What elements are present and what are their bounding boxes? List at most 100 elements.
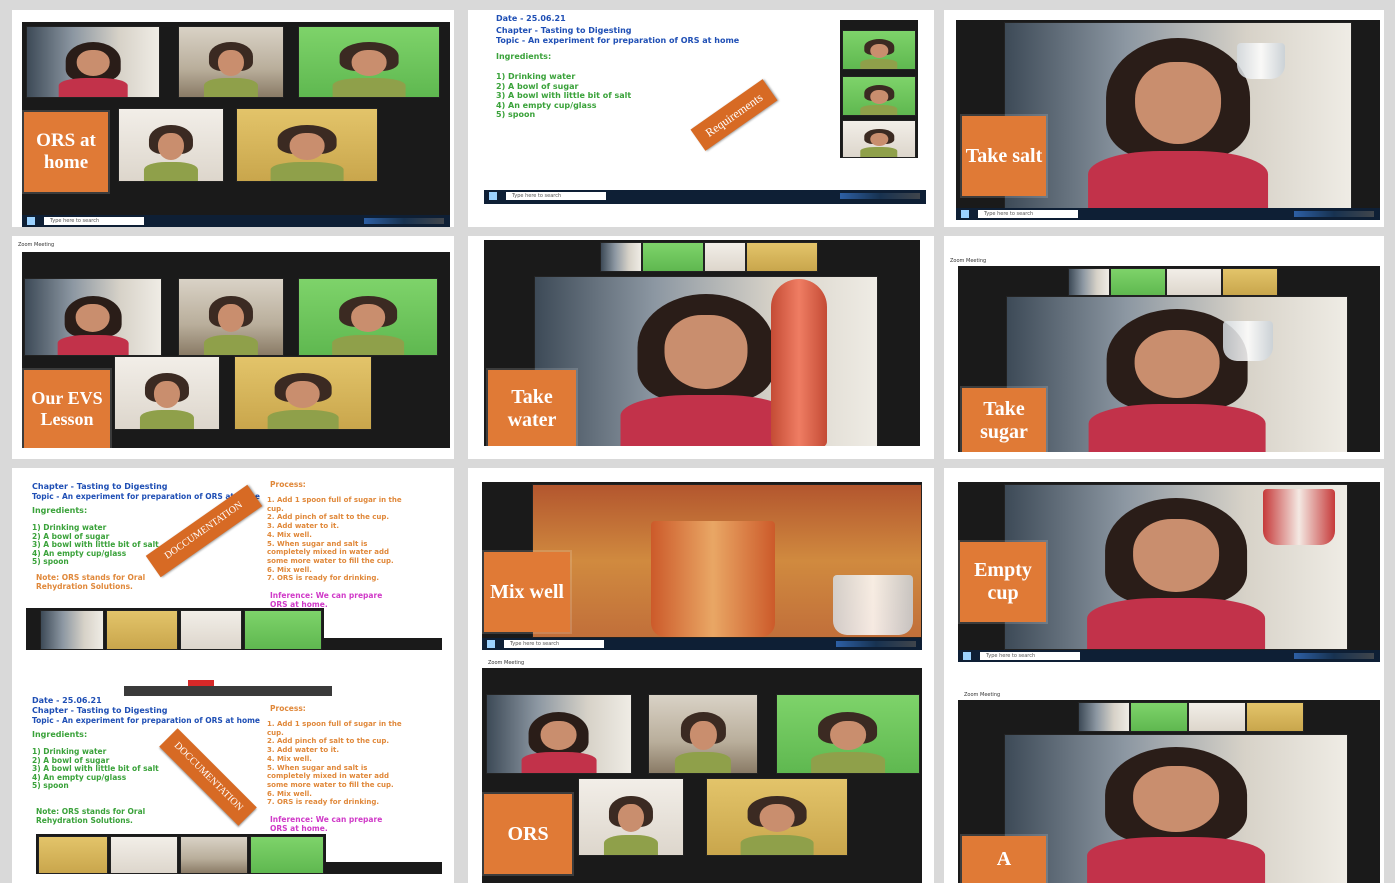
video-tile-student[interactable] [236,108,378,182]
video-thumb[interactable] [600,242,642,272]
video-thumb[interactable] [1166,268,1222,296]
slide-chapter: Chapter - Tasting to Digesting [32,706,168,715]
video-thumb[interactable] [1188,702,1246,732]
taskbar-search-input[interactable]: Type here to search [980,652,1080,660]
windows-taskbar: Type here to search [958,650,1380,662]
video-thumb[interactable] [704,242,746,272]
caption-a: A [962,836,1046,883]
slide-inference: Inference: We can prepare ORS at home. [270,815,383,833]
video-thumb[interactable] [642,242,704,272]
video-area: Take salt Type here to search [956,20,1380,220]
windows-taskbar: Type here to search [484,190,926,204]
windows-taskbar: Type here to search [482,638,922,650]
system-tray [364,218,444,224]
taskbar-search-input[interactable]: Type here to search [978,210,1078,218]
main-video-teacher[interactable] [1004,22,1352,210]
video-thumb[interactable] [1078,702,1130,732]
slide-process-title: Process: [270,480,306,489]
windows-start-icon[interactable] [961,210,969,218]
taskbar-search-input[interactable]: Type here to search [44,217,144,225]
panel-slide-requirements: Date - 25.06.21 Chapter - Tasting to Dig… [468,10,934,227]
mixing-cup [651,521,775,637]
caption-ors: ORS [484,794,572,874]
video-tile-student[interactable] [298,278,438,356]
video-tile-student[interactable] [234,356,372,430]
video-grid: ORS at home Type here to search [22,22,450,227]
slide-ingredients-list: 1) Drinking water 2) A bowl of sugar 3) … [496,72,632,119]
video-tile-student[interactable] [842,120,916,158]
caption-mix-well: Mix well [484,552,570,632]
zoom-window-title: Zoom Meeting [482,658,934,668]
slide-chapter: Chapter - Tasting to Digesting [32,482,168,491]
caption-empty-cup: Empty cup [960,542,1046,622]
panel-empty-cup: Empty cup Type here to search Zoom Meeti… [944,468,1384,883]
caption-take-water: Take water [488,370,576,446]
glass-cup [833,575,913,635]
slide-process-title: Process: [270,704,306,713]
taskbar-search-input[interactable]: Type here to search [506,192,606,200]
windows-taskbar: Type here to search [22,215,450,227]
main-video-teacher[interactable] [1004,734,1348,883]
video-tile-teacher[interactable] [26,26,160,98]
video-thumb[interactable] [1068,268,1110,296]
video-thumb[interactable] [746,242,818,272]
slide-process-steps: 1. Add 1 spoon full of sugar in the cup.… [267,720,402,807]
video-tile-student[interactable] [178,278,284,356]
windows-start-icon[interactable] [27,217,35,225]
video-thumb[interactable] [180,836,248,874]
video-thumb[interactable] [1110,268,1166,296]
main-video-teacher[interactable] [534,276,878,446]
video-thumb[interactable] [1222,268,1278,296]
windows-start-icon[interactable] [963,652,971,660]
video-tile-student[interactable] [114,356,220,430]
system-tray [1294,653,1374,659]
video-tile-teacher[interactable] [486,694,632,774]
windows-start-icon[interactable] [487,640,495,648]
video-thumb[interactable] [38,836,108,874]
zoom-annotation-toolbar[interactable] [124,686,332,696]
video-area: Empty cup Type here to search [958,482,1380,662]
video-thumb[interactable] [40,610,104,650]
video-tile-student[interactable] [706,778,848,856]
caption-take-sugar: Take sugar [962,388,1046,452]
video-thumb[interactable] [1246,702,1304,732]
main-video-teacher[interactable] [1006,296,1348,452]
slide-process-steps: 1. Add 1 spoon full of sugar in the cup.… [267,496,402,583]
zoom-window-title: Zoom Meeting [958,690,1384,700]
slide-note: Note: ORS stands for Oral Rehydration So… [36,573,146,591]
caption-our-evs-lesson: Our EVS Lesson [24,370,110,448]
panel-documentation: Chapter - Tasting to Digesting Topic - A… [12,468,454,883]
slide-note: Note: ORS stands for Oral Rehydration So… [36,807,146,825]
panel-ors-at-home: ORS at home Type here to search [12,10,454,227]
video-tile-student[interactable] [842,30,916,70]
video-thumb[interactable] [180,610,242,650]
video-tile-student[interactable] [118,108,224,182]
video-tile-student[interactable] [648,694,758,774]
video-tile-student[interactable] [298,26,440,98]
windows-taskbar: Type here to search [956,208,1380,220]
slide-ingredients-list: 1) Drinking water 2) A bowl of sugar 3) … [32,747,159,791]
video-tile-student[interactable] [578,778,684,856]
desktop-strip [326,862,442,874]
panel-take-water: Take water [468,236,934,459]
slide-inference: Inference: We can prepare ORS at home. [270,591,383,609]
video-tile-student[interactable] [178,26,284,98]
system-tray [836,641,916,647]
zoom-window-title: Zoom Meeting [944,256,1384,266]
video-thumb[interactable] [110,836,178,874]
video-thumb[interactable] [244,610,322,650]
video-tile-student[interactable] [776,694,920,774]
video-thumb[interactable] [106,610,178,650]
video-tile-student[interactable] [842,76,916,116]
video-thumb[interactable] [1130,702,1188,732]
video-thumb[interactable] [250,836,324,874]
video-tile-teacher[interactable] [24,278,162,356]
main-video-teacher[interactable] [1004,484,1348,650]
main-video-mixing[interactable] [532,484,922,638]
red-cup [1263,489,1335,545]
video-area: A [958,700,1380,883]
taskbar-search-input[interactable]: Type here to search [504,640,604,648]
windows-start-icon[interactable] [489,192,497,200]
video-grid: Our EVS Lesson [22,252,450,448]
stop-share-button[interactable] [188,680,214,686]
